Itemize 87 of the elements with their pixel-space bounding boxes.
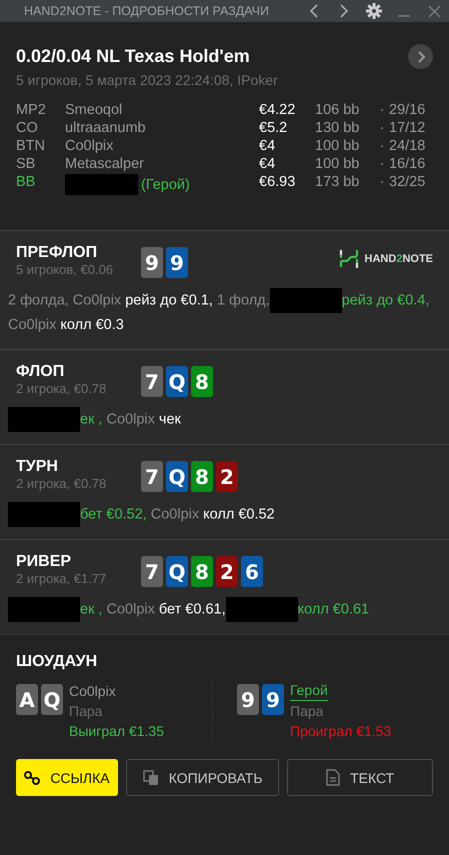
street-info: 2 игрока, €0.78 <box>16 476 108 491</box>
result-text: Выиграл €1.35 <box>69 722 164 741</box>
close-icon[interactable] <box>428 4 440 18</box>
player-position: BTN <box>16 138 46 154</box>
document-icon <box>326 769 340 786</box>
back-icon[interactable] <box>310 4 318 18</box>
player-name: Smeoqol <box>65 102 122 118</box>
redaction-bar <box>8 597 80 622</box>
big-blinds: 106 bb <box>315 102 360 118</box>
playing-card: Q <box>166 556 188 587</box>
settings-icon[interactable] <box>366 3 382 19</box>
chevron-right-icon <box>416 50 426 62</box>
hero-link[interactable]: Герой <box>290 681 328 701</box>
street-info: 2 игрока, €1.77 <box>16 571 108 586</box>
text-button[interactable]: ТЕКСТ <box>287 759 433 796</box>
street-info: 2 игрока, €0.78 <box>16 381 108 396</box>
separator-dot: · <box>378 156 386 172</box>
playing-card: 2 <box>216 556 238 587</box>
redaction-bar <box>8 502 80 527</box>
player-stats: 29/16 <box>389 102 426 118</box>
playing-card: 2 <box>216 461 238 492</box>
playing-card: 9 <box>237 684 259 715</box>
playing-card: 7 <box>141 556 163 587</box>
player-name: Co0lpix <box>65 138 114 154</box>
playing-card: 8 <box>191 366 213 397</box>
logo-icon <box>338 250 359 268</box>
playing-card: 9 <box>141 247 163 278</box>
next-button[interactable] <box>408 44 433 69</box>
copy-icon <box>142 770 159 786</box>
hand-info: 5 игроков, 5 марта 2023 22:24:08, IPoker <box>16 72 279 88</box>
redaction-bar <box>8 407 80 432</box>
player-position: SB <box>16 156 36 172</box>
playing-card: 9 <box>262 684 284 715</box>
logo-text: HAND2NOTE <box>364 253 433 265</box>
player-stats: 17/12 <box>389 120 426 136</box>
link-icon <box>24 770 40 784</box>
street-name: ПРЕФЛОП <box>16 244 98 262</box>
playing-card: A <box>16 684 38 715</box>
playing-card: 8 <box>191 556 213 587</box>
big-blinds: 173 bb <box>315 174 360 192</box>
link-button[interactable]: ССЫЛКА <box>16 759 118 796</box>
separator-dot: · <box>378 174 386 192</box>
player-stats: 32/25 <box>389 174 426 192</box>
player-stats: 16/16 <box>389 156 426 172</box>
street-name: ТУРН <box>16 458 59 476</box>
hand-title: 0.02/0.04 NL Texas Hold'em <box>16 46 250 67</box>
separator-dot: · <box>378 120 386 136</box>
street-info: 5 игроков, €0.06 <box>16 262 114 277</box>
player-stack: €6.93 <box>259 174 296 192</box>
big-blinds: 130 bb <box>315 120 360 136</box>
playing-card: 7 <box>141 366 163 397</box>
playing-card: 8 <box>191 461 213 492</box>
hero-label: (Герой) <box>141 176 190 192</box>
playing-card: Q <box>166 366 188 397</box>
copy-button[interactable]: КОПИРОВАТЬ <box>126 759 280 796</box>
player-name: Co0lpix <box>69 682 116 701</box>
player-stack: €4 <box>259 138 276 154</box>
action-text: ек , Co0lpix чек <box>8 407 433 432</box>
action-text: 2 фолда, Co0lpix рейз до €0.1, 1 фолд, рейз до €0.4, Co0lpix колл €0.3 <box>8 288 433 337</box>
hand-rank: Пара <box>69 702 104 721</box>
player-position: CO <box>16 120 39 136</box>
window-title: HAND2NOTE - ПОДРОБНОСТИ РАЗДАЧИ <box>24 4 270 18</box>
player-position: MP2 <box>16 102 47 118</box>
player-stats: 24/18 <box>389 138 426 154</box>
big-blinds: 100 bb <box>315 138 360 154</box>
player-position: BB <box>16 174 36 192</box>
playing-card: Q <box>41 684 63 715</box>
action-text: ек , Co0lpix бет €0.61, колл €0.61 <box>8 597 433 622</box>
street-name: ФЛОП <box>16 363 66 381</box>
separator-dot: · <box>378 102 386 118</box>
separator-dot: · <box>378 138 386 154</box>
forward-icon[interactable] <box>340 4 348 18</box>
playing-card: Q <box>166 461 188 492</box>
big-blinds: 100 bb <box>315 156 360 172</box>
street-name: РИВЕР <box>16 553 72 571</box>
playing-card: 6 <box>241 556 263 587</box>
player-stack: €5.2 <box>259 120 288 136</box>
player-name: Metascalper <box>65 156 144 172</box>
hand-rank: Пара <box>290 702 324 721</box>
result-text: Проиграл €1.53 <box>290 722 392 741</box>
player-stack: €4.22 <box>259 102 296 118</box>
action-text: бет €0.52, Co0lpix колл €0.52 <box>8 502 433 527</box>
playing-card: 9 <box>166 247 188 278</box>
player-stack: €4 <box>259 156 276 172</box>
playing-card: 7 <box>141 461 163 492</box>
player-name: ultraaanumb <box>65 120 146 136</box>
showdown-title: ШОУДАУН <box>16 653 98 671</box>
